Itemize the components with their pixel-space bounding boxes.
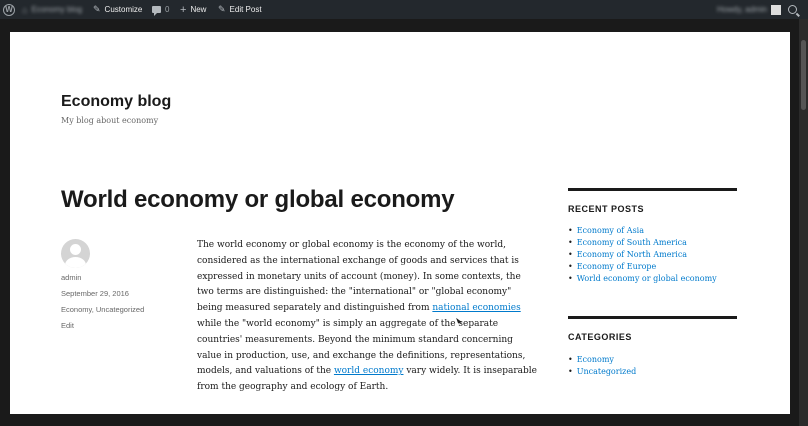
post-categories[interactable]: Economy, Uncategorized [61, 305, 144, 314]
scrollbar-thumb[interactable] [801, 40, 806, 110]
category-link[interactable]: Uncategorized [568, 366, 636, 378]
site-description: My blog about economy [61, 116, 159, 125]
wordpress-menu[interactable]: W [3, 0, 15, 19]
post-date-link[interactable]: September 29, 2016 [61, 289, 129, 298]
content-line: while the "world economy" is simply an a… [197, 318, 499, 329]
site-name-label: Economy blog [31, 5, 83, 14]
content-line: two terms are distinguished: the "intern… [197, 287, 512, 298]
widget-divider [568, 316, 737, 319]
home-icon: ⌂ [22, 4, 28, 15]
recent-post-link[interactable]: Economy of Europe [568, 261, 717, 273]
edit-post-button[interactable]: ✎ Edit Post [218, 0, 262, 19]
comments-count: 0 [165, 5, 170, 14]
plus-icon: + [180, 3, 187, 16]
recent-post-link[interactable]: Economy of Asia [568, 225, 717, 237]
national-economies-link[interactable]: national economies [432, 303, 520, 313]
recent-post-link[interactable]: Economy of South America [568, 237, 717, 249]
post-title: World economy or global economy [61, 186, 455, 213]
post-author-link[interactable]: admin [61, 273, 81, 282]
admin-search-button[interactable] [788, 0, 797, 19]
comment-icon [152, 6, 161, 16]
page: Economy blog My blog about economy World… [10, 32, 790, 414]
pencil-icon: ✎ [218, 4, 226, 14]
avatar-body-icon [65, 257, 86, 268]
categories-title: CATEGORIES [568, 332, 632, 342]
search-icon [788, 5, 797, 14]
categories-list: Economy Uncategorized [568, 354, 636, 378]
new-content-button[interactable]: + New [180, 0, 206, 19]
user-avatar-icon [771, 4, 782, 15]
recent-posts-title: RECENT POSTS [568, 204, 645, 214]
recent-post-link[interactable]: Economy of North America [568, 249, 717, 261]
content-text: vary widely. It is inseparable [403, 366, 537, 377]
wordpress-logo-icon: W [3, 3, 15, 16]
content-line: The world economy or global economy is t… [197, 240, 506, 250]
content-line: being measured separately and distinguis… [197, 301, 542, 317]
new-label: New [190, 5, 207, 14]
content-line: considered as the international exchange… [197, 255, 519, 266]
site-name-menu[interactable]: ⌂ Economy blog [22, 0, 82, 19]
author-avatar [61, 239, 90, 268]
recent-post-link[interactable]: World economy or global economy [568, 273, 717, 285]
admin-bar: W ⌂ Economy blog ✎ Customize 0 + New ✎ E… [0, 0, 808, 19]
world-economy-link[interactable]: world economy [334, 366, 404, 376]
content-line: models, and valuations of the world econ… [197, 364, 542, 380]
content-line: value in production, use, and exchange t… [197, 350, 526, 361]
content-line: from the geography and ecology of Earth. [197, 382, 389, 393]
customize-label: Customize [104, 5, 143, 14]
post-content: The world economy or global economy is t… [197, 238, 542, 396]
post-edit-link[interactable]: Edit [61, 321, 74, 330]
customize-button[interactable]: ✎ Customize [93, 0, 142, 19]
category-link[interactable]: Economy [568, 354, 636, 366]
widget-divider [568, 188, 737, 191]
content-text: models, and valuations of the [197, 366, 334, 377]
edit-post-label: Edit Post [229, 5, 262, 14]
my-account-menu[interactable]: Howdy, admin [717, 0, 782, 19]
site-title[interactable]: Economy blog [61, 93, 171, 111]
recent-posts-list: Economy of Asia Economy of South America… [568, 225, 717, 285]
content-text: being measured separately and distinguis… [197, 303, 433, 314]
comments-button[interactable]: 0 [152, 0, 169, 19]
account-label: Howdy, admin [717, 5, 768, 14]
content-line: countries' measurements. Beyond the mini… [197, 334, 513, 345]
brush-icon: ✎ [93, 4, 101, 14]
avatar-head-icon [70, 244, 81, 255]
content-line: expressed in monetary units of account (… [197, 271, 521, 282]
